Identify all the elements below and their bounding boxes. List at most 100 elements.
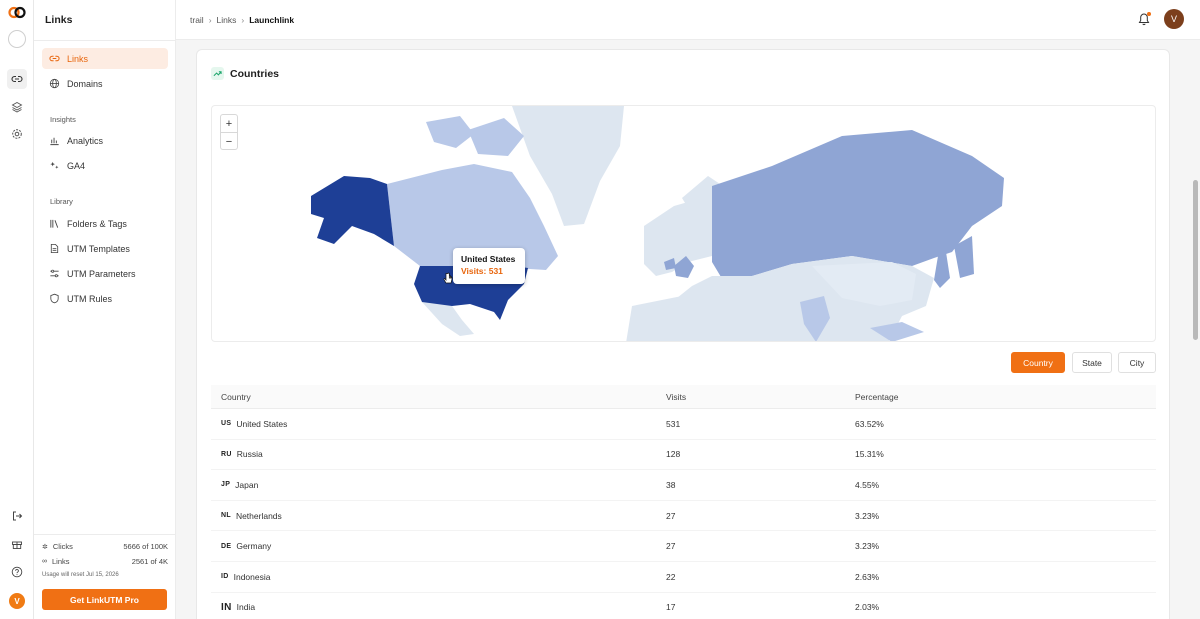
visits-cell: 128 <box>666 449 681 460</box>
gear-icon[interactable] <box>9 126 25 142</box>
sidebar-item-label: UTM Rules <box>67 293 113 304</box>
table-row[interactable]: JP Japan 38 4.55% <box>211 470 1156 501</box>
world-map[interactable]: + − United States Visits: 531 <box>211 105 1156 342</box>
usage-reset-note: Usage will reset Jul 15, 2026 <box>42 572 119 578</box>
sidebar-item-label: UTM Parameters <box>67 268 136 279</box>
country-name: Netherlands <box>235 510 282 521</box>
column-header-visits: Visits <box>666 391 687 402</box>
link-icon <box>49 53 60 64</box>
breadcrumb-current: Launchlink <box>249 15 295 25</box>
tooltip-country: United States <box>461 254 516 264</box>
get-pro-button[interactable]: Get LinkUTM Pro <box>42 589 167 610</box>
country-code: JP <box>221 481 231 489</box>
country-code: DE <box>221 542 232 550</box>
map-region-africa[interactable] <box>626 296 716 342</box>
breadcrumb-item[interactable]: trail <box>190 15 204 25</box>
segment-country[interactable]: Country <box>1011 352 1065 373</box>
section-label-library: Library <box>50 197 73 206</box>
map-region-canada-islands[interactable] <box>426 116 474 148</box>
sidebar-title: Links <box>45 14 73 26</box>
segment-state[interactable]: State <box>1072 352 1112 373</box>
bar-chart-icon <box>49 135 60 146</box>
visits-cell: 27 <box>666 510 676 521</box>
sidebar-item-utm-rules[interactable]: UTM Rules <box>42 288 168 309</box>
percentage-cell: 3.23% <box>855 541 880 552</box>
app-logo-icon[interactable] <box>8 6 26 19</box>
map-region-canada-islands[interactable] <box>468 118 524 156</box>
percentage-cell: 63.52% <box>855 418 884 429</box>
percentage-cell: 2.03% <box>855 602 880 613</box>
sidebar-item-analytics[interactable]: Analytics <box>42 130 168 151</box>
sidebar: Links Links Domains Insights Analytics G… <box>34 0 176 619</box>
country-name: Japan <box>235 479 259 490</box>
column-header-country: Country <box>221 391 251 402</box>
world-map-svg <box>311 106 1004 342</box>
visits-cell: 38 <box>666 479 676 490</box>
breadcrumb: trail › Links › Launchlink <box>190 15 294 25</box>
link-icon[interactable] <box>7 69 27 89</box>
sidebar-item-links[interactable]: Links <box>42 48 168 69</box>
country-code: IN <box>221 601 232 613</box>
countries-card: Countries + − United States Visits: 531 … <box>196 49 1170 619</box>
sidebar-item-domains[interactable]: Domains <box>42 73 168 94</box>
zoom-out-button[interactable]: − <box>221 133 237 151</box>
percentage-cell: 15.31% <box>855 449 884 460</box>
zoom-in-button[interactable]: + <box>221 115 237 133</box>
table-row[interactable]: DE Germany 27 3.23% <box>211 531 1156 562</box>
percentage-cell: 4.55% <box>855 479 880 490</box>
segment-city[interactable]: City <box>1118 352 1156 373</box>
country-name: United States <box>236 418 288 429</box>
logout-icon[interactable] <box>9 508 25 524</box>
country-code: NL <box>221 512 231 520</box>
visits-cell: 27 <box>666 541 676 552</box>
map-zoom-controls: + − <box>220 114 238 150</box>
card-title-text: Countries <box>230 67 280 80</box>
sidebar-item-ga4[interactable]: GA4 <box>42 155 168 176</box>
table-row[interactable]: NL Netherlands 27 3.23% <box>211 501 1156 532</box>
gift-icon[interactable] <box>9 536 25 552</box>
table-row[interactable]: IN India 17 2.03% <box>211 593 1156 619</box>
visits-cell: 22 <box>666 571 676 582</box>
breadcrumb-item[interactable]: Links <box>217 15 237 25</box>
sidebar-item-label: Domains <box>67 78 103 89</box>
usage-label: Links <box>52 557 70 566</box>
sidebar-item-folders-tags[interactable]: Folders & Tags <box>42 213 168 234</box>
country-name: Russia <box>236 449 263 460</box>
country-code: RU <box>221 450 232 458</box>
percentage-cell: 3.23% <box>855 510 880 521</box>
chevron-right-icon: › <box>241 15 245 25</box>
usage-value: 5666 of 100K <box>123 542 168 551</box>
visits-cell: 17 <box>666 602 676 613</box>
library-icon <box>49 218 60 229</box>
sidebar-item-label: Folders & Tags <box>67 218 127 229</box>
sidebar-item-utm-templates[interactable]: UTM Templates <box>42 238 168 259</box>
country-name: Indonesia <box>233 571 271 582</box>
hand-cursor-icon <box>443 272 453 284</box>
help-icon[interactable] <box>9 564 25 580</box>
usage-clicks: ✲ Clicks 5666 of 100K <box>42 542 168 551</box>
user-avatar[interactable]: V <box>1164 9 1184 29</box>
card-title: Countries <box>211 67 279 80</box>
country-name: India <box>236 602 256 613</box>
table-row[interactable]: RU Russia 128 15.31% <box>211 440 1156 471</box>
sparkle-icon <box>49 160 60 171</box>
table-row[interactable]: US United States 531 63.52% <box>211 409 1156 440</box>
map-region-mexico[interactable] <box>422 302 474 336</box>
column-header-percentage: Percentage <box>855 391 899 402</box>
sidebar-item-utm-parameters[interactable]: UTM Parameters <box>42 263 168 284</box>
layers-icon[interactable] <box>9 99 25 115</box>
map-region-alaska[interactable] <box>311 176 394 246</box>
tooltip-visits: Visits: 531 <box>461 266 503 276</box>
scrollbar-thumb[interactable] <box>1193 180 1198 340</box>
visits-cell: 531 <box>666 418 681 429</box>
top-header: trail › Links › Launchlink V <box>176 0 1200 40</box>
table-row[interactable]: ID Indonesia 22 2.63% <box>211 562 1156 593</box>
map-region-japan[interactable] <box>934 252 950 288</box>
usage-value: 2561 of 4K <box>131 557 168 566</box>
shield-icon <box>49 293 60 304</box>
usage-links: ∞ Links 2561 of 4K <box>42 557 168 566</box>
user-avatar-small[interactable]: V <box>9 593 25 609</box>
countries-table: Country Visits Percentage US United State… <box>211 385 1156 619</box>
sparkle-icon: ✲ <box>42 543 48 551</box>
workspace-avatar[interactable] <box>8 30 26 48</box>
